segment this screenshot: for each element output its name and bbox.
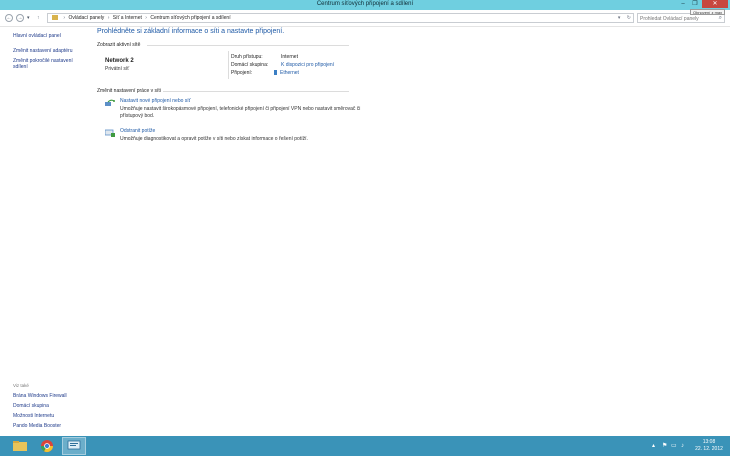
breadcrumb-network-center[interactable]: Centrum síťových připojení a sdílení xyxy=(150,15,230,21)
new-connection-link[interactable]: Nastavit nové připojení nebo síť xyxy=(120,98,191,104)
refresh-icon[interactable]: ↻ xyxy=(627,15,631,21)
network-name: Network 2 xyxy=(105,58,134,64)
active-networks-label: Zobrazit aktivní sítě xyxy=(97,42,141,48)
ethernet-link-label[interactable]: Ethernet xyxy=(280,70,299,76)
address-bar[interactable]: › Ovládací panely › Síť a Internet › Cen… xyxy=(47,13,634,23)
change-advanced-sharing-link[interactable]: Změnit pokročilé nastavení sdílení xyxy=(13,58,83,70)
control-panel-home-link[interactable]: Hlavní ovládací panel xyxy=(13,33,61,39)
breadcrumb-control-panel[interactable]: Ovládací panely xyxy=(68,15,104,21)
control-panel-icon xyxy=(52,15,58,20)
new-connection-icon xyxy=(105,99,115,106)
see-also-homegroup-link[interactable]: Domácí skupina xyxy=(13,403,49,409)
network-divider xyxy=(228,51,229,79)
address-dropdown-icon[interactable]: ▾ xyxy=(618,15,621,21)
recent-pages-icon[interactable]: ▾ xyxy=(27,14,30,22)
see-also-pando-link[interactable]: Pando Media Booster xyxy=(13,423,61,429)
change-settings-label: Změnit nastavení práce v síti xyxy=(97,88,161,94)
see-also-internet-options-link[interactable]: Možnosti Internetu xyxy=(13,413,54,419)
volume-icon[interactable]: ♪ xyxy=(681,442,684,450)
breadcrumb-network-internet[interactable]: Síť a Internet xyxy=(113,15,142,21)
up-button[interactable]: ↑ xyxy=(37,14,40,22)
section-divider xyxy=(147,45,349,46)
left-pane: Hlavní ovládací panel Změnit nastavení a… xyxy=(0,27,90,436)
title-bar: Centrum síťových připojení a sdílení – ❐… xyxy=(0,0,730,10)
connections-label: Připojení: xyxy=(231,70,253,76)
section-divider xyxy=(163,91,349,92)
restore-button[interactable]: ❐ xyxy=(690,0,700,8)
search-input[interactable] xyxy=(640,15,714,22)
breadcrumb-separator-icon[interactable]: › xyxy=(108,15,110,21)
window-title: Centrum síťových připojení a sdílení xyxy=(316,1,414,7)
chrome-icon xyxy=(41,440,53,453)
ethernet-link[interactable]: Ethernet xyxy=(274,70,299,76)
network-icon[interactable]: ▭ xyxy=(671,442,677,450)
homegroup-label: Domácí skupina: xyxy=(231,62,269,68)
see-also-title: Viz také xyxy=(13,383,29,388)
restore-tooltip: Obnovení z max xyxy=(690,9,726,15)
breadcrumb-separator-icon[interactable]: › xyxy=(63,15,65,21)
access-type-label: Druh přístupu: xyxy=(231,54,263,60)
chrome-taskbar-button[interactable] xyxy=(35,437,59,455)
close-button[interactable]: ✕ xyxy=(702,0,728,8)
new-connection-description: Umožňuje nastavit širokopásmové připojen… xyxy=(120,106,361,119)
clock-time: 13:08 xyxy=(702,439,716,445)
clock[interactable]: 13:08 22. 12. 2012 xyxy=(692,439,726,453)
back-button[interactable]: ← xyxy=(5,14,13,22)
breadcrumb-separator-icon[interactable]: › xyxy=(145,15,147,21)
minimize-button[interactable]: – xyxy=(678,0,688,8)
forward-button[interactable]: → xyxy=(16,14,24,22)
control-panel-icon xyxy=(67,440,81,450)
navigation-bar: ← → ▾ ↑ › Ovládací panely › Síť a Intern… xyxy=(0,10,730,27)
page-title: Prohlédněte si základní informace o síti… xyxy=(97,28,285,35)
troubleshoot-icon xyxy=(105,129,115,137)
action-center-flag-icon[interactable]: ⚑ xyxy=(662,442,667,450)
troubleshoot-description: Umožňuje diagnostikovat a opravit potíže… xyxy=(120,136,308,142)
homegroup-link[interactable]: K dispozici pro připojení xyxy=(281,62,334,68)
folder-icon xyxy=(13,441,27,451)
network-type: Privátní síť xyxy=(105,66,130,72)
ethernet-icon xyxy=(274,70,277,75)
clock-date: 22. 12. 2012 xyxy=(695,446,723,452)
change-adapter-settings-link[interactable]: Změnit nastavení adaptéru xyxy=(13,48,72,54)
file-explorer-taskbar-button[interactable] xyxy=(8,437,32,455)
troubleshoot-link[interactable]: Odstranit potíže xyxy=(120,128,155,134)
tray-arrow-icon[interactable]: ▴ xyxy=(652,442,655,450)
see-also-firewall-link[interactable]: Brána Windows Firewall xyxy=(13,393,67,399)
control-panel-taskbar-button[interactable] xyxy=(62,437,86,455)
access-type-value: Internet xyxy=(281,54,298,60)
taskbar: ▴ ⚑ ▭ ♪ 13:08 22. 12. 2012 xyxy=(0,436,730,456)
